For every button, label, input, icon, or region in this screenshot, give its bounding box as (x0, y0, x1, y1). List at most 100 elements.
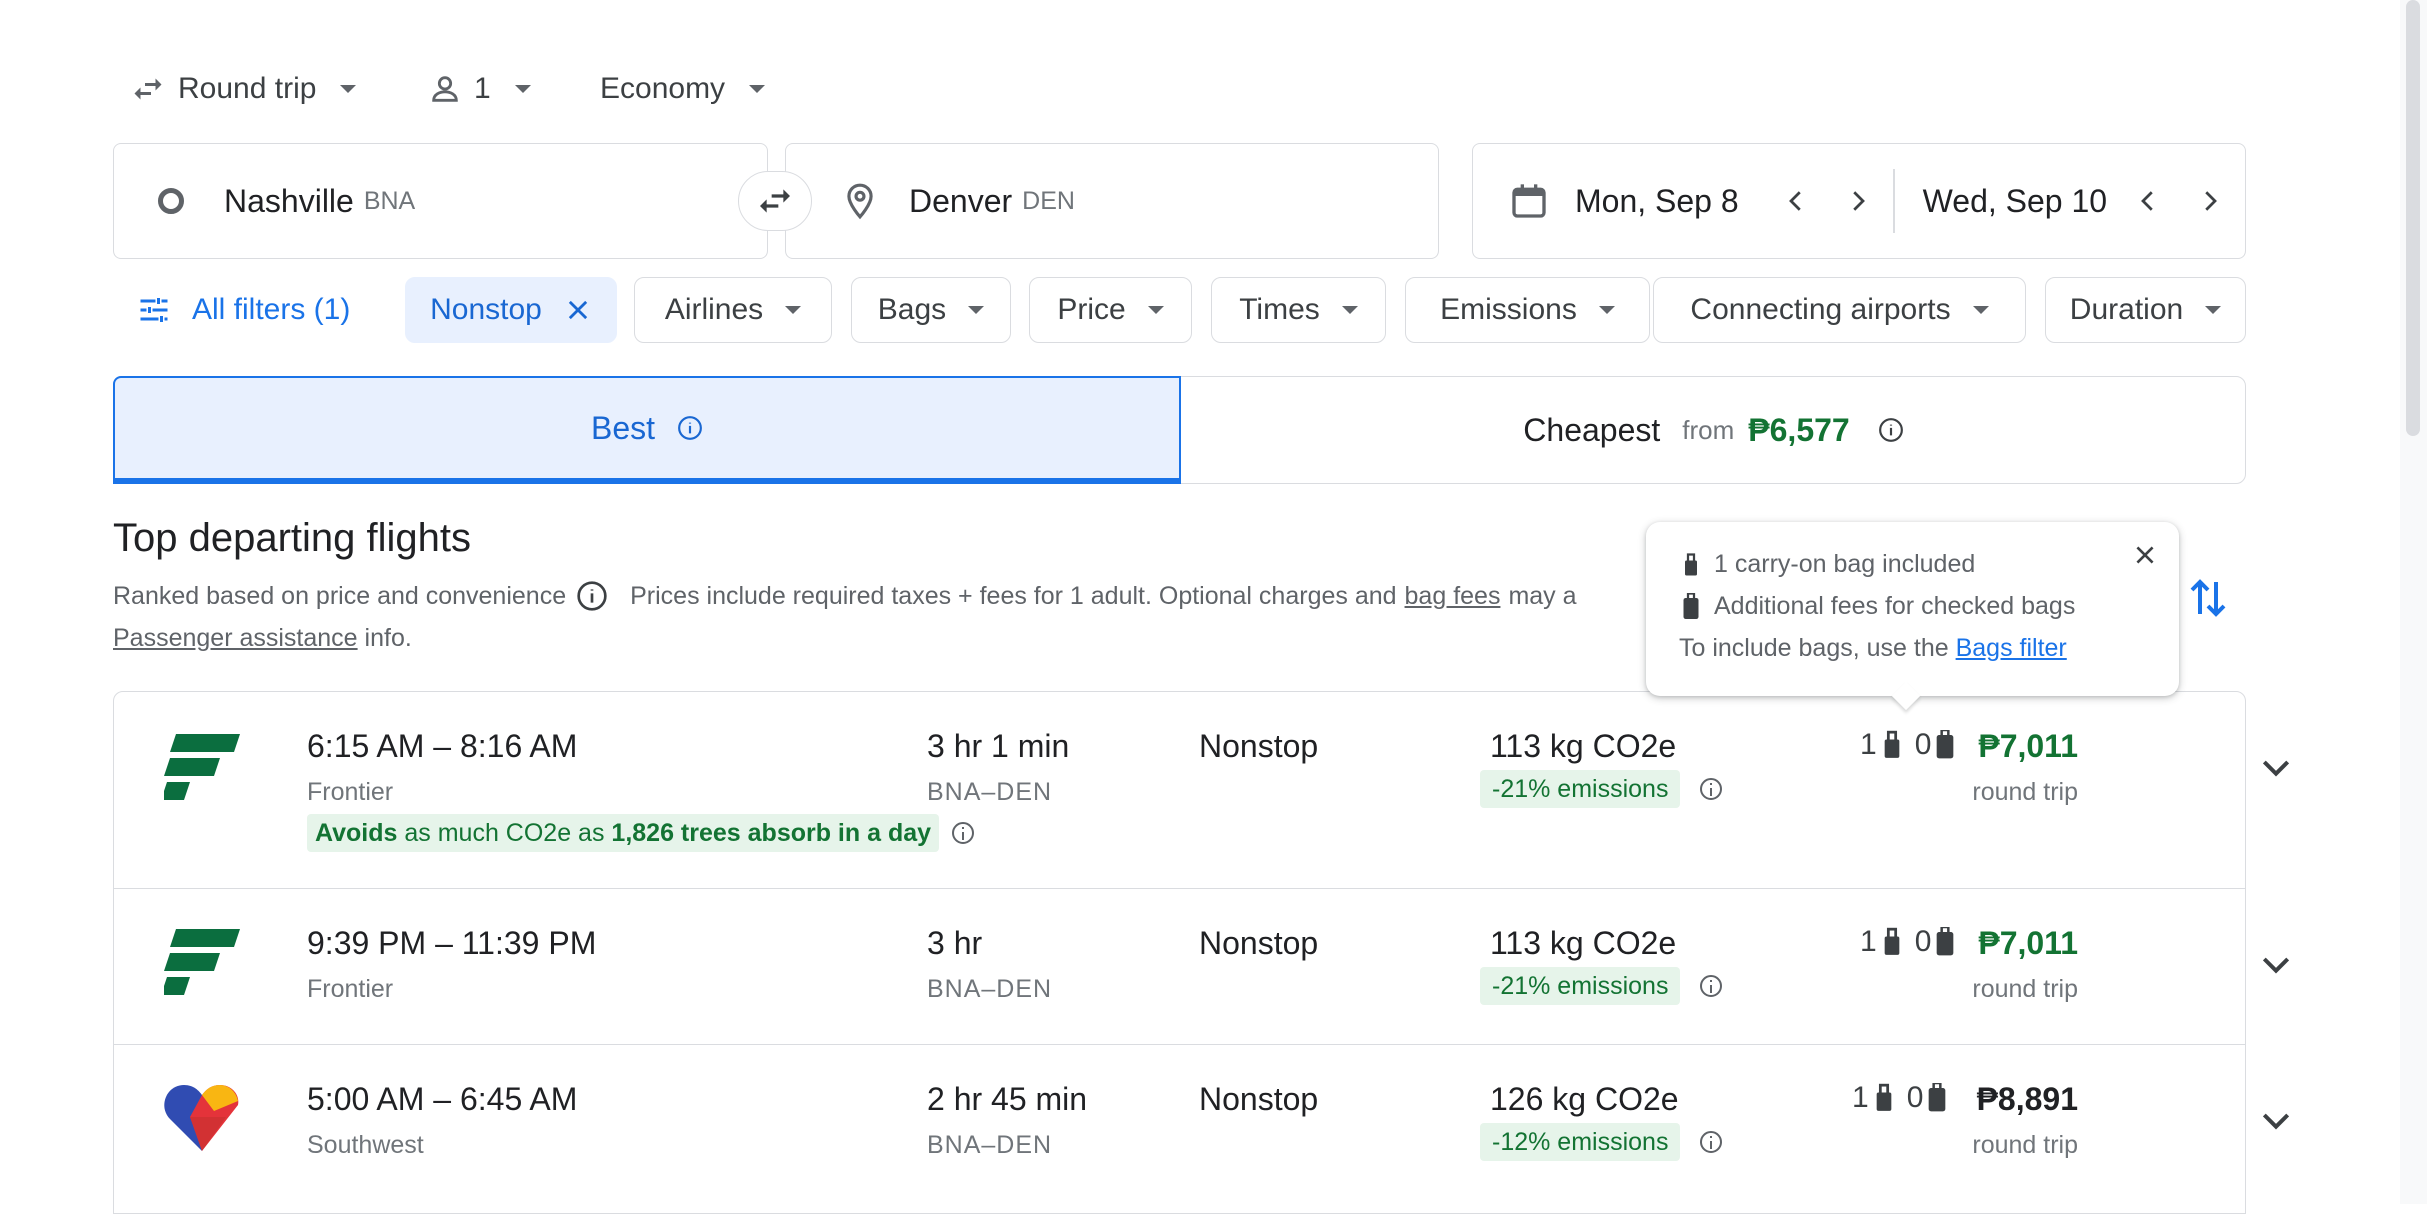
carry-on-bag-icon (1884, 927, 1900, 955)
chevron-down-icon[interactable] (2256, 944, 2296, 984)
caret-down-icon (1341, 306, 1358, 314)
info-icon[interactable] (677, 415, 703, 441)
caret-down-icon (749, 85, 766, 93)
caret-down-icon (1147, 306, 1164, 314)
all-filters-button[interactable]: All filters (1) (136, 277, 350, 343)
close-icon[interactable] (564, 296, 592, 324)
bag-counts: 1 0 (1860, 728, 1955, 762)
chevron-down-icon[interactable] (2256, 747, 2296, 787)
times-chip[interactable]: Times (1211, 277, 1386, 343)
bags-chip[interactable]: Bags (851, 277, 1011, 343)
sort-icon[interactable] (2188, 574, 2228, 622)
passenger-note: Passenger assistance info. (113, 624, 412, 653)
bags-filter-link[interactable]: Bags filter (1956, 634, 2067, 662)
origin-circle-icon (158, 188, 184, 214)
flight-co2: 113 kg CO2e (1490, 925, 1677, 961)
flight-stops: Nonstop (1199, 1081, 1319, 1117)
southwest-logo (164, 1085, 239, 1151)
carry-on-bag-icon (1876, 1083, 1892, 1111)
tooltip-carry-on: 1 carry-on bag included (1682, 550, 1975, 579)
tab-cheapest[interactable]: Cheapest from ₱6,577 (1181, 376, 2246, 484)
may-apply-text: may a (1508, 581, 1577, 610)
filter-sliders-icon (140, 298, 168, 322)
bag-counts: 1 0 (1860, 925, 1955, 959)
return-date[interactable]: Wed, Sep 10 (1923, 183, 2107, 220)
carry-on-count: 1 (1852, 1081, 1869, 1114)
info-icon[interactable] (1700, 778, 1722, 800)
trip-type-select[interactable]: Round trip (130, 66, 357, 112)
info-suffix: info. (364, 624, 412, 652)
person-icon (432, 76, 458, 102)
passenger-assistance-link[interactable]: Passenger assistance (113, 624, 358, 652)
info-icon[interactable] (1700, 1131, 1722, 1153)
flight-times: 9:39 PM – 11:39 PM (307, 925, 597, 961)
swap-button[interactable] (738, 171, 812, 231)
chevron-down-icon[interactable] (2256, 1100, 2296, 1140)
chip-label: Bags (877, 293, 947, 326)
results-heading: Top departing flights (113, 516, 472, 560)
info-icon[interactable] (952, 822, 974, 844)
caret-down-icon (1598, 306, 1615, 314)
cabin-select[interactable]: Economy (600, 66, 766, 112)
chevron-left-icon[interactable] (2133, 186, 2163, 216)
depart-date[interactable]: Mon, Sep 8 (1575, 183, 1739, 220)
cabin-label: Economy (600, 72, 726, 105)
flight-duration: 3 hr 1 min (927, 728, 1070, 764)
chip-label: Connecting airports (1690, 293, 1951, 326)
info-icon[interactable] (1700, 975, 1722, 997)
info-icon[interactable] (576, 580, 608, 612)
ranked-text: Ranked based on price and convenience (113, 581, 567, 610)
tooltip-include: To include bags, use the Bags filter (1679, 634, 2067, 663)
caret-down-icon (968, 306, 985, 314)
flight-row[interactable]: 9:39 PM – 11:39 PM Frontier 3 hr BNA–DEN… (113, 888, 2290, 1045)
all-filters-label: All filters (1) (192, 293, 351, 326)
flight-co2: 126 kg CO2e (1490, 1081, 1679, 1117)
date-divider (1892, 169, 1895, 233)
bag-counts: 1 0 (1852, 1081, 1947, 1115)
flight-duration: 3 hr (927, 925, 983, 961)
caret-down-icon (340, 85, 357, 93)
destination-field[interactable]: Denver DEN (785, 143, 1439, 259)
calendar-icon (1512, 184, 1546, 218)
chevron-left-icon[interactable] (1781, 186, 1811, 216)
price-chip[interactable]: Price (1029, 277, 1192, 343)
flight-route: BNA–DEN (927, 975, 1053, 1003)
checked-count: 0 (1906, 1081, 1924, 1114)
flight-route: BNA–DEN (927, 1131, 1053, 1159)
close-icon[interactable] (2132, 542, 2158, 568)
flight-airline: Frontier (307, 975, 394, 1003)
scrollbar-thumb[interactable] (2406, 0, 2420, 436)
flight-row[interactable]: 6:15 AM – 8:16 AM Frontier Avoids as muc… (113, 691, 2290, 889)
duration-chip[interactable]: Duration (2045, 277, 2246, 343)
carry-on-count: 1 (1860, 925, 1877, 958)
bag-fees-link[interactable]: bag fees (1405, 582, 1501, 611)
chevron-right-icon[interactable] (1843, 186, 1873, 216)
flight-route: BNA–DEN (927, 778, 1053, 806)
chip-label: Airlines (664, 293, 764, 326)
flight-row[interactable]: 5:00 AM – 6:45 AM Southwest 2 hr 45 min … (113, 1044, 2290, 1214)
tab-cheapest-price: ₱6,577 (1748, 411, 1850, 448)
tab-best[interactable]: Best (113, 376, 1181, 484)
flight-times: 6:15 AM – 8:16 AM (307, 728, 578, 764)
info-icon[interactable] (1878, 417, 1904, 443)
chip-label: Emissions (1440, 293, 1577, 326)
avoids-badge: Avoids as much CO2e as 1,826 trees absor… (307, 814, 940, 852)
avoids-trees: 1,826 trees absorb in a day (611, 819, 932, 847)
passengers-select[interactable]: 1 (428, 66, 531, 112)
caret-down-icon (2205, 306, 2222, 314)
connecting-airports-chip[interactable]: Connecting airports (1653, 277, 2026, 343)
emissions-badge: -12% emissions (1480, 1123, 1681, 1161)
dates-field[interactable]: Mon, Sep 8 Wed, Sep 10 (1472, 143, 2246, 259)
origin-field[interactable]: Nashville BNA (113, 143, 768, 259)
chevron-right-icon[interactable] (2195, 186, 2225, 216)
nonstop-chip[interactable]: Nonstop (405, 277, 617, 343)
trip-type-label: round trip (1972, 975, 2078, 1003)
frontier-logo (164, 929, 240, 995)
emissions-badge: -21% emissions (1480, 770, 1681, 808)
flight-price: ₱7,011 (1978, 925, 2078, 961)
airlines-chip[interactable]: Airlines (634, 277, 832, 343)
flight-price: ₱8,891 (1976, 1081, 2078, 1117)
chip-label: Duration (2069, 293, 2184, 326)
emissions-chip[interactable]: Emissions (1405, 277, 1650, 343)
flight-co2: 113 kg CO2e (1490, 728, 1677, 764)
